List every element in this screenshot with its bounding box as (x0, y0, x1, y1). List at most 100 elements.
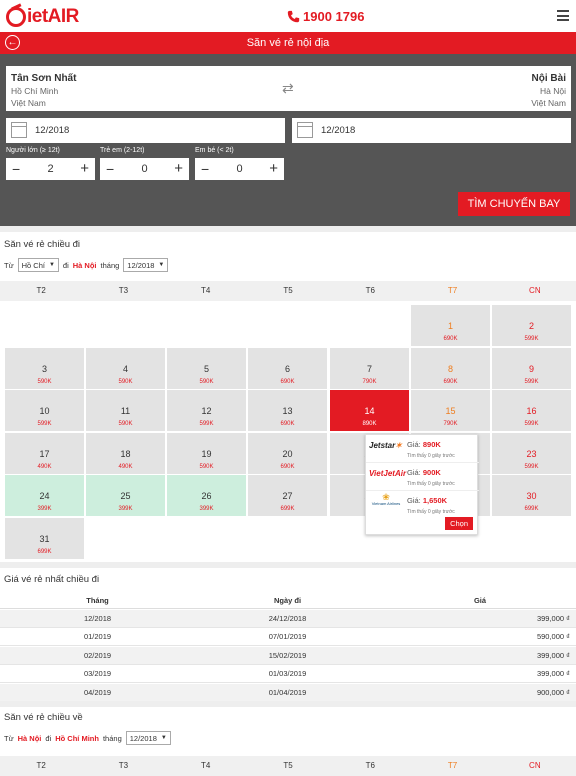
return-month-field[interactable]: 12/2018 (292, 118, 571, 143)
calendar-day-cell[interactable]: 25 399K (86, 475, 165, 516)
calendar-day-cell[interactable]: 12 599K (167, 390, 246, 431)
calendar-day-cell[interactable]: 31 699K (5, 518, 84, 559)
found-time: Tìm thấy 0 giây trước (407, 453, 455, 459)
day-price: 599K (524, 336, 539, 342)
children-plus-button[interactable]: + (174, 160, 183, 177)
calendar-day-cell[interactable]: 11 590K (86, 390, 165, 431)
month-label: tháng (100, 260, 120, 270)
chevron-down-icon: ▼ (158, 262, 165, 268)
day-price: 699K (280, 506, 295, 512)
destination-airport-name: Nội Bài (531, 73, 566, 84)
jetstar-price: 890K (422, 440, 441, 449)
found-time: Tìm thấy 0 giây trước (407, 509, 455, 515)
calendar-day-cell[interactable]: 26 399K (167, 475, 246, 516)
inbound-section-title: Săn vé rẻ chiều về (4, 712, 83, 723)
found-time: Tìm thấy 0 giây trước (407, 481, 455, 487)
calendar-day-cell[interactable]: 1 690K (411, 305, 490, 346)
day-price: 690K (280, 421, 295, 427)
table-row[interactable]: 12/2018 24/12/2018 399,000 ₫ (0, 610, 576, 628)
calendar-day-cell[interactable]: 7 790K (330, 348, 409, 389)
cell-date: 15/02/2019 (268, 650, 307, 660)
from-label: Từ (4, 733, 14, 743)
hamburger-menu-icon[interactable] (557, 10, 569, 21)
day-price: 599K (524, 421, 539, 427)
calendar-day-cell[interactable]: 18 490K (86, 433, 165, 474)
swap-route-icon[interactable]: ⇄ (282, 80, 294, 97)
table-row[interactable]: 04/2019 01/04/2019 900,000 ₫ (0, 683, 576, 702)
popup-row-jetstar[interactable]: Jetstar✶ Giá: 890K Tìm thấy 0 giây trước (366, 435, 479, 463)
cell-date: 24/12/2018 (268, 614, 307, 623)
day-price: 490K (37, 464, 52, 470)
day-price: 490K (118, 464, 133, 470)
inbound-month-select[interactable]: 12/2018 ▼ (125, 731, 171, 745)
calendar-day-cell[interactable]: 6 690K (248, 348, 327, 389)
day-number: 30 (526, 491, 537, 501)
day-number: 10 (39, 406, 50, 416)
calendar-day-cell[interactable]: 8 690K (411, 348, 490, 389)
section-divider (0, 562, 576, 568)
inbound-origin-link[interactable]: Hà Nội (18, 734, 42, 743)
children-label: Trẻ em (2-12t) (100, 147, 145, 154)
outbound-destination-link[interactable]: Hà Nội (73, 261, 97, 270)
day-number: 13 (282, 406, 293, 416)
cheapest-section-title: Giá vé rẻ nhất chiều đi (4, 574, 100, 585)
day-price: 399K (37, 506, 52, 512)
calendar-day-cell[interactable]: 14 890K (330, 390, 409, 431)
calendar-day-cell[interactable]: 16 599K (492, 390, 571, 431)
jetstar-logo: Jetstar✶ (369, 441, 402, 450)
outbound-month-select[interactable]: 12/2018 ▼ (123, 258, 169, 272)
calendar-day-cell[interactable]: 3 590K (5, 348, 84, 389)
table-row[interactable]: 03/2019 01/03/2019 399,000 ₫ (0, 665, 576, 684)
table-row[interactable]: 02/2019 15/02/2019 399,000 ₫ (0, 646, 576, 665)
day-price: 790K (362, 379, 377, 385)
calendar-day-cell[interactable]: 13 690K (248, 390, 327, 431)
day-number: 4 (122, 364, 128, 374)
vietnam-airlines-logo: ❀ Vietnam Airlines (371, 492, 401, 507)
calendar-day-cell[interactable]: 20 690K (248, 433, 327, 474)
calendar-day-cell[interactable]: 24 399K (5, 475, 84, 516)
calendar-day-cell[interactable]: 9 599K (492, 348, 571, 389)
inbound-destination-link[interactable]: Hồ Chí Minh (55, 734, 99, 743)
inbound-weekday-header: T2 T3 T4 T5 T6 T7 CN (0, 756, 576, 776)
from-label: Từ (4, 260, 14, 270)
logo-text: ietAIR (27, 6, 79, 27)
destination-airport[interactable]: Nội Bài Hà Nội Việt Nam (531, 73, 566, 108)
adults-plus-button[interactable]: + (80, 160, 89, 177)
infants-plus-button[interactable]: + (269, 160, 278, 177)
calendar-day-cell[interactable]: 10 599K (5, 390, 84, 431)
calendar-day-cell[interactable]: 2 599K (492, 305, 571, 346)
to-label: đi (62, 260, 69, 270)
depart-month-field[interactable]: 12/2018 (6, 118, 285, 143)
children-stepper: − 0 + (100, 158, 189, 180)
origin-airport[interactable]: Tân Sơn Nhất Hồ Chí Minh Việt Nam (11, 73, 76, 108)
calendar-day-cell[interactable]: 4 590K (86, 348, 165, 389)
weekday-mon: T2 (36, 286, 46, 295)
popup-row-vietjet[interactable]: VietJetAir Giá: 900K Tìm thấy 0 giây trư… (366, 463, 479, 491)
table-row[interactable]: 01/2019 07/01/2019 590,000 ₫ (0, 628, 576, 647)
choose-flight-button[interactable]: Chọn (445, 517, 473, 530)
outbound-filter-row: Từ Hồ Chí ▼ đi Hà Nội tháng 12/2018 ▼ (4, 258, 172, 272)
col-month-header: Tháng (86, 596, 109, 605)
outbound-origin-select[interactable]: Hồ Chí ▼ (17, 258, 59, 272)
calendar-day-cell[interactable]: 17 490K (5, 433, 84, 474)
page-titlebar: ← Săn vé rẻ nội địa (0, 32, 576, 54)
day-price: 599K (37, 421, 52, 427)
calendar-day-cell[interactable]: 30 699K (492, 475, 571, 516)
logo-mark-icon (6, 7, 26, 27)
calendar-day-cell[interactable]: 5 590K (167, 348, 246, 389)
calendar-day-cell[interactable]: 19 590K (167, 433, 246, 474)
calendar-day-cell[interactable]: 23 599K (492, 433, 571, 474)
inbound-month-value: 12/2018 (129, 733, 157, 743)
day-number: 9 (528, 364, 534, 374)
calendar-day-cell[interactable]: 15 790K (411, 390, 490, 431)
calendar-icon (11, 122, 27, 138)
popup-row-vietnam-airlines[interactable]: ❀ Vietnam Airlines Giá: 1,650K Tìm thấy 0… (366, 491, 479, 519)
vietair-logo[interactable]: ietAIR (6, 6, 79, 28)
top-header: ietAIR 1900 1796 (0, 0, 576, 32)
search-flights-button[interactable]: TÌM CHUYẾN BAY (458, 192, 570, 216)
day-price: 399K (118, 506, 133, 512)
calendar-day-cell[interactable]: 27 699K (248, 475, 327, 516)
cell-date: 07/01/2019 (268, 632, 307, 642)
popup-price: Giá: 890K (407, 440, 441, 449)
hotline-link[interactable]: 1900 1796 (287, 9, 364, 24)
